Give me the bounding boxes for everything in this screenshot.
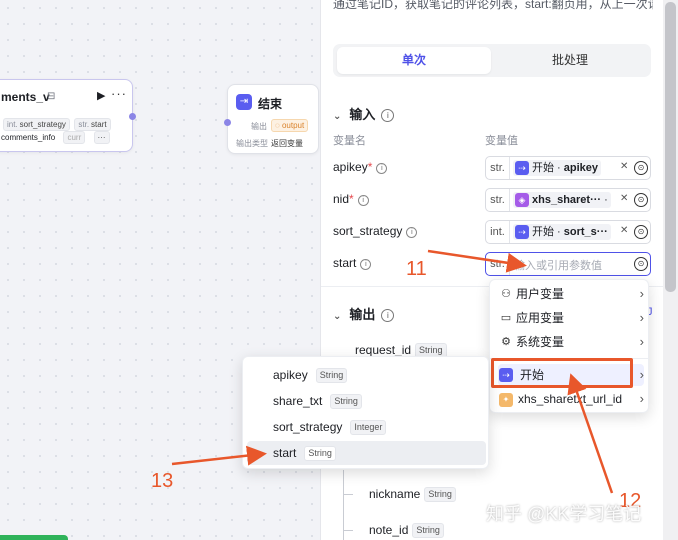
arrow-step-13 (171, 445, 267, 466)
arrow-step-12 (567, 373, 614, 494)
canvas-bottom-bar (0, 535, 68, 540)
annotation-step-11: 11 (406, 258, 427, 280)
annotation-step-13: 13 (151, 470, 174, 492)
watermark: 知乎 @KK学习笔记 (486, 504, 642, 524)
arrow-step-11 (427, 249, 527, 273)
annotation-arrows (171, 249, 614, 494)
